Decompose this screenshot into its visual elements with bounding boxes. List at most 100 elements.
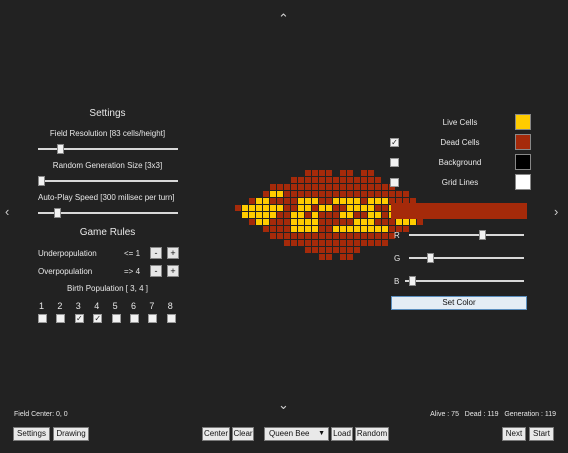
slider-thumb[interactable] (38, 176, 45, 186)
dead-cell[interactable] (319, 247, 325, 253)
live-cell[interactable] (256, 219, 262, 225)
dead-cell[interactable] (368, 177, 374, 183)
dead-cell[interactable] (298, 191, 304, 197)
dead-cell[interactable] (361, 212, 367, 218)
live-cell[interactable] (368, 212, 374, 218)
live-cell[interactable] (375, 212, 381, 218)
dead-cell[interactable] (417, 219, 423, 225)
live-cell[interactable] (319, 205, 325, 211)
dead-cell[interactable] (361, 184, 367, 190)
dead-cell[interactable] (389, 219, 395, 225)
live-cell[interactable] (242, 205, 248, 211)
slider-thumb[interactable] (427, 253, 434, 263)
dead-cell[interactable] (375, 205, 381, 211)
grid-lines-checkbox[interactable] (390, 178, 399, 187)
live-cell[interactable] (298, 219, 304, 225)
live-cell[interactable] (256, 198, 262, 204)
dead-cell[interactable] (347, 170, 353, 176)
slider-thumb[interactable] (57, 144, 64, 154)
live-cell[interactable] (347, 226, 353, 232)
dead-cell[interactable] (382, 212, 388, 218)
birth-checkbox[interactable] (56, 314, 66, 323)
live-cell[interactable] (396, 219, 402, 225)
slider-thumb[interactable] (409, 276, 416, 286)
dead-cell[interactable] (340, 170, 346, 176)
clear-button[interactable]: Clear (232, 427, 254, 441)
live-cell[interactable] (298, 198, 304, 204)
dead-cell[interactable] (382, 191, 388, 197)
dead-cell[interactable] (340, 184, 346, 190)
slider-thumb[interactable] (54, 208, 61, 218)
live-cell[interactable] (291, 212, 297, 218)
dead-cell[interactable] (277, 184, 283, 190)
dead-cell[interactable] (319, 212, 325, 218)
grid-lines-swatch[interactable] (515, 174, 531, 190)
live-cell[interactable] (291, 226, 297, 232)
live-cell[interactable] (277, 191, 283, 197)
dead-cell[interactable] (340, 233, 346, 239)
live-cell[interactable] (270, 205, 276, 211)
live-cell[interactable] (305, 198, 311, 204)
dead-cell[interactable] (333, 177, 339, 183)
dead-cell[interactable] (340, 177, 346, 183)
dead-cell[interactable] (305, 233, 311, 239)
settings-button[interactable]: Settings (13, 427, 50, 441)
birth-checkbox[interactable] (166, 314, 176, 323)
dead-cell[interactable] (249, 198, 255, 204)
live-cell[interactable] (256, 205, 262, 211)
live-cell[interactable] (382, 198, 388, 204)
live-cell[interactable] (368, 198, 374, 204)
dead-cell[interactable] (347, 184, 353, 190)
dead-cell[interactable] (319, 254, 325, 260)
dead-cells-checkbox[interactable]: ✓ (390, 138, 399, 147)
live-cell[interactable] (263, 212, 269, 218)
dead-cell[interactable] (340, 205, 346, 211)
overpopulation-increase-button[interactable]: + (167, 265, 179, 277)
live-cell[interactable] (291, 219, 297, 225)
dead-cell[interactable] (312, 240, 318, 246)
dead-cell[interactable] (347, 240, 353, 246)
dead-cell[interactable] (375, 219, 381, 225)
dead-cell[interactable] (354, 212, 360, 218)
autoplay-speed-slider[interactable] (38, 208, 178, 218)
dead-cell[interactable] (319, 226, 325, 232)
dead-cell[interactable] (326, 170, 332, 176)
dead-cell[interactable] (347, 233, 353, 239)
dead-cell[interactable] (368, 184, 374, 190)
dead-cell[interactable] (312, 233, 318, 239)
birth-checkbox[interactable] (111, 314, 121, 323)
dead-cell[interactable] (354, 240, 360, 246)
live-cell[interactable] (298, 205, 304, 211)
live-cell[interactable] (354, 226, 360, 232)
dead-cell[interactable] (361, 177, 367, 183)
live-cell[interactable] (305, 205, 311, 211)
dead-cell[interactable] (333, 212, 339, 218)
dead-cell[interactable] (284, 205, 290, 211)
live-cell[interactable] (312, 219, 318, 225)
dead-cell[interactable] (319, 177, 325, 183)
dead-cell[interactable] (403, 191, 409, 197)
background-checkbox[interactable] (390, 158, 399, 167)
dead-cell[interactable] (326, 198, 332, 204)
underpopulation-increase-button[interactable]: + (167, 247, 179, 259)
dead-cell[interactable] (277, 233, 283, 239)
dead-cell[interactable] (326, 233, 332, 239)
dead-cell[interactable] (249, 219, 255, 225)
dead-cell[interactable] (326, 212, 332, 218)
live-cell[interactable] (340, 198, 346, 204)
live-cell[interactable] (312, 198, 318, 204)
dead-cell[interactable] (305, 170, 311, 176)
live-cell[interactable] (410, 219, 416, 225)
dead-cell[interactable] (298, 233, 304, 239)
dead-cell[interactable] (347, 177, 353, 183)
dead-cell[interactable] (319, 170, 325, 176)
dead-cell[interactable] (361, 191, 367, 197)
live-cell[interactable] (270, 212, 276, 218)
dead-cell[interactable] (312, 184, 318, 190)
dead-cells-swatch[interactable] (515, 134, 531, 150)
dead-cell[interactable] (361, 198, 367, 204)
dead-cell[interactable] (270, 219, 276, 225)
dead-cell[interactable] (340, 191, 346, 197)
live-cell[interactable] (263, 219, 269, 225)
live-cell[interactable] (270, 191, 276, 197)
